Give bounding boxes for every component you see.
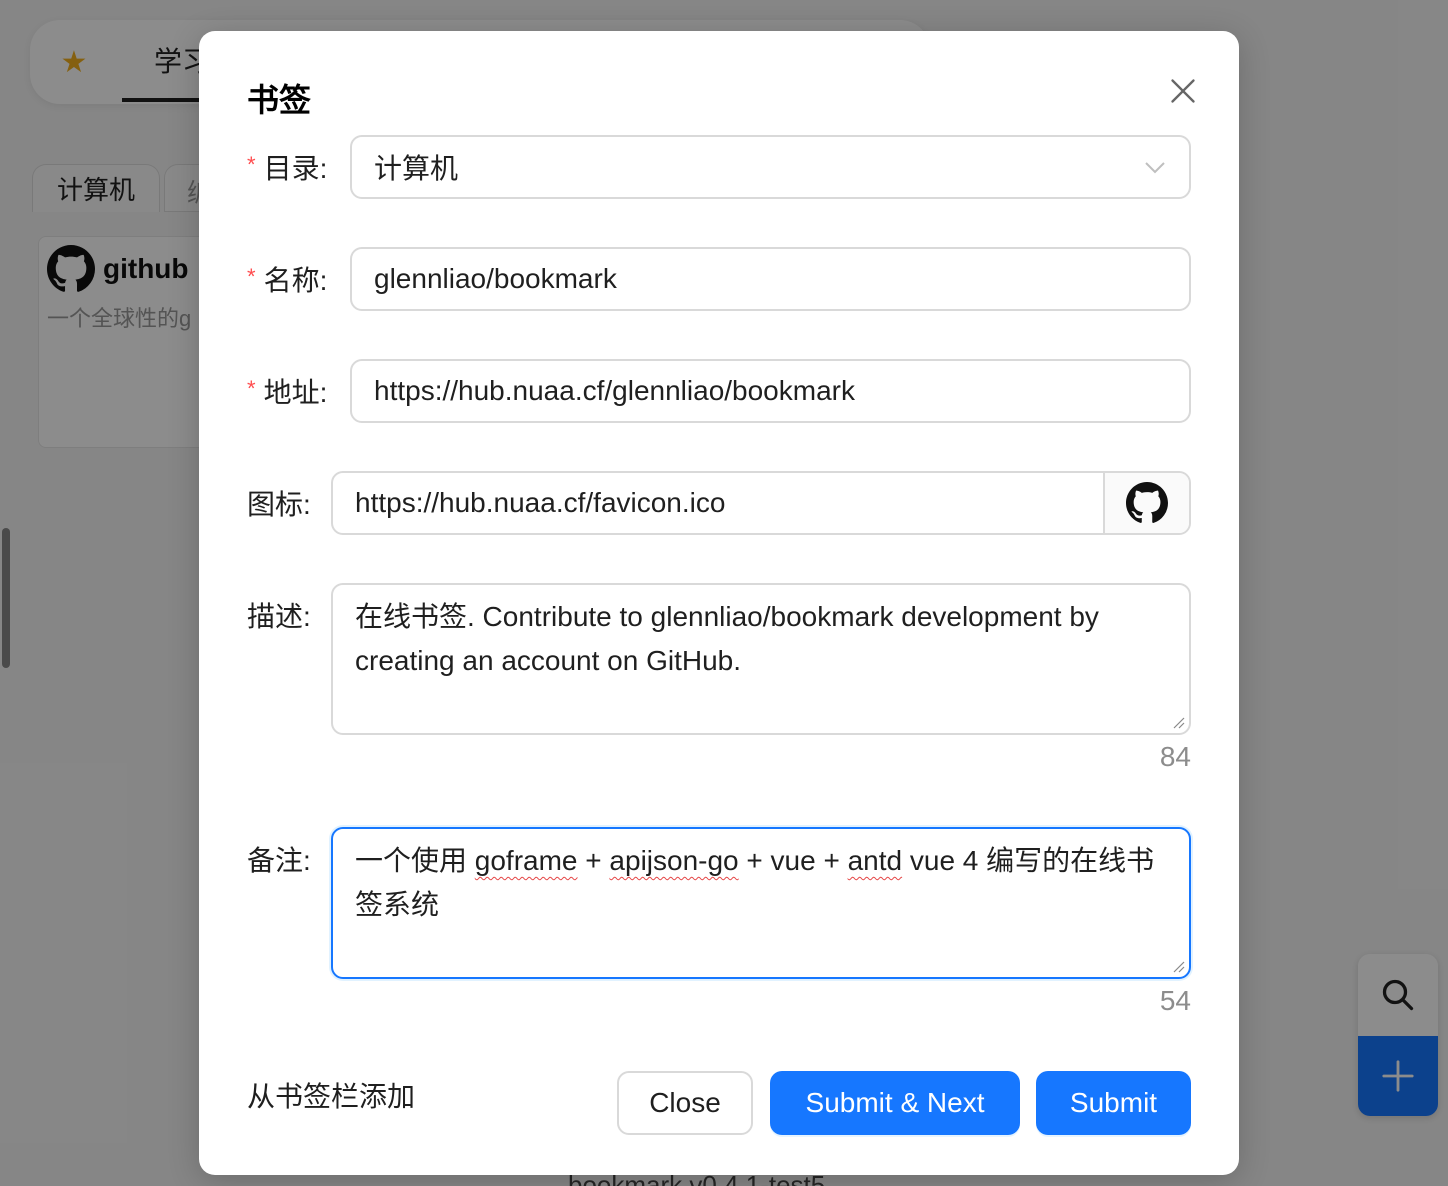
description-text: 在线书签. Contribute to glennliao/bookmark d… xyxy=(355,601,1099,676)
icon-url-input[interactable]: https://hub.nuaa.cf/favicon.ico xyxy=(355,487,725,519)
remark-textarea[interactable]: 一个使用 goframe + apijson-go + vue + antd v… xyxy=(331,827,1191,979)
name-input[interactable]: glennliao/bookmark xyxy=(350,247,1191,311)
url-label: * 地址: xyxy=(247,376,328,408)
icon-preview[interactable] xyxy=(1103,473,1189,533)
form-row-remark: 备注: 一个使用 goframe + apijson-go + vue + an… xyxy=(247,827,1191,1017)
description-label: 描述: xyxy=(247,601,311,632)
directory-label: * 目录: xyxy=(247,152,328,184)
icon-input-group: https://hub.nuaa.cf/favicon.ico xyxy=(331,471,1191,535)
resize-handle-icon[interactable] xyxy=(1171,959,1185,973)
remark-text: 一个使用 goframe + apijson-go + vue + antd v… xyxy=(355,845,1155,920)
github-icon xyxy=(1126,482,1168,523)
directory-value: 计算机 xyxy=(374,153,459,184)
chevron-down-icon xyxy=(1145,162,1165,174)
form-row-directory: * 目录: 计算机 xyxy=(247,135,1191,199)
description-char-count: 84 xyxy=(1159,741,1191,772)
form-row-icon: 图标: https://hub.nuaa.cf/favicon.ico xyxy=(247,471,1191,535)
icon-label: 图标: xyxy=(247,489,311,520)
add-from-bookmarks-link[interactable]: 从书签栏添加 xyxy=(247,1075,415,1115)
name-label: * 名称: xyxy=(247,264,328,296)
description-textarea[interactable]: 在线书签. Contribute to glennliao/bookmark d… xyxy=(331,583,1191,735)
form-row-name: * 名称: glennliao/bookmark xyxy=(247,247,1191,311)
bookmark-dialog: 书签 * 目录: 计算机 * 名称: glennliao/bookmark * 地址:… xyxy=(199,31,1239,1175)
remark-char-count: 54 xyxy=(1159,985,1191,1016)
resize-handle-icon[interactable] xyxy=(1171,715,1185,729)
submit-button[interactable]: Submit xyxy=(1036,1071,1191,1135)
directory-select[interactable]: 计算机 xyxy=(350,135,1191,199)
remark-label: 备注: xyxy=(247,845,311,876)
form-row-url: * 地址: https://hub.nuaa.cf/glennliao/bookm… xyxy=(247,359,1191,423)
url-input[interactable]: https://hub.nuaa.cf/glennliao/bookmark xyxy=(350,359,1191,423)
submit-next-button[interactable]: Submit & Next xyxy=(770,1071,1020,1135)
close-button[interactable]: Close xyxy=(617,1071,753,1135)
close-icon[interactable] xyxy=(1159,67,1207,115)
form-row-description: 描述: 在线书签. Contribute to glennliao/bookma… xyxy=(247,583,1191,773)
dialog-title: 书签 xyxy=(247,82,312,118)
